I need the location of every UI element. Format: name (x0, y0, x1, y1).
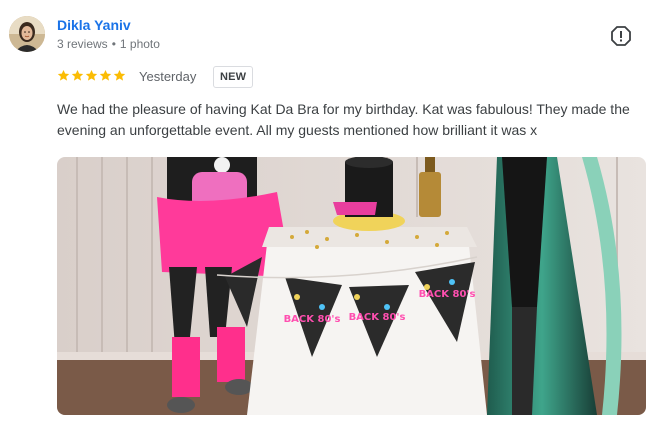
star-icon (57, 69, 70, 81)
star-icon (113, 69, 126, 81)
separator-dot: • (111, 37, 116, 51)
review-text: We had the pleasure of having Kat Da Bra… (57, 101, 630, 138)
star-icon (71, 69, 84, 81)
report-flag-icon[interactable] (610, 25, 632, 47)
bunting-text-3: BACK 80's (419, 289, 476, 300)
star-rating (57, 69, 126, 82)
review-photo[interactable]: BACK 80's BACK 80's BACK 80's (57, 157, 646, 415)
avatar[interactable] (9, 16, 45, 52)
bunting-text-2: BACK 80's (349, 312, 406, 323)
new-badge: NEW (213, 66, 254, 88)
photos-count: 1 photo (119, 37, 160, 51)
star-icon (85, 69, 98, 81)
bunting-text-1: BACK 80's (284, 314, 341, 325)
review-date: Yesterday (139, 69, 197, 84)
reviews-count: 3 reviews (57, 37, 108, 51)
reviewer-meta: 3 reviews • 1 photo (57, 37, 160, 51)
reviewer-name[interactable]: Dikla Yaniv (57, 17, 131, 33)
star-icon (99, 69, 112, 81)
